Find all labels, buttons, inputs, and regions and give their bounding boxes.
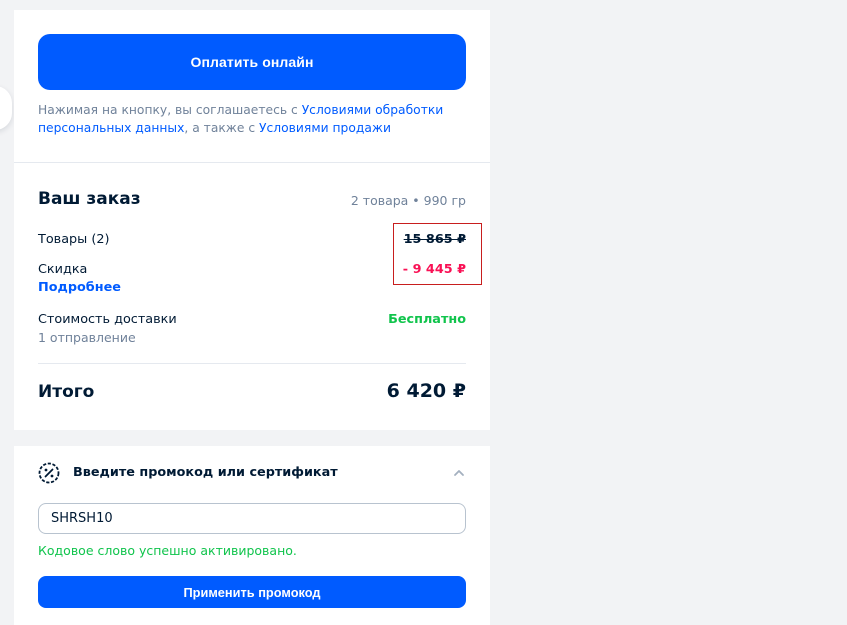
checkout-page: Оплатить онлайн Нажимая на кнопку, вы со… — [0, 0, 847, 625]
sale-terms-link[interactable]: Условиями продажи — [259, 121, 391, 135]
side-panel-handle[interactable] — [0, 86, 12, 130]
discount-percent-icon — [38, 462, 60, 484]
price-highlight-box — [393, 223, 482, 285]
discount-label: Скидка — [38, 262, 88, 277]
total-label: Итого — [38, 382, 95, 402]
goods-label: Товары (2) — [38, 232, 110, 247]
discount-details-link[interactable]: Подробнее — [38, 280, 121, 295]
promo-code-input[interactable] — [38, 503, 466, 534]
divider — [14, 162, 490, 163]
delivery-label: Стоимость доставки — [38, 312, 177, 327]
order-summary-card: Оплатить онлайн Нажимая на кнопку, вы со… — [14, 10, 490, 430]
order-meta: 2 товара • 990 гр — [350, 193, 466, 208]
agreement-text: Нажимая на кнопку, вы соглашаетесь с Усл… — [38, 101, 468, 137]
apply-promo-button[interactable]: Применить промокод — [38, 576, 466, 608]
total-value: 6 420 ₽ — [386, 380, 466, 402]
agreement-prefix: Нажимая на кнопку, вы соглашаетесь с — [38, 103, 302, 117]
delivery-shipments: 1 отправление — [38, 330, 136, 345]
pay-online-button[interactable]: Оплатить онлайн — [38, 34, 466, 90]
divider — [38, 363, 466, 364]
promo-card: Введите промокод или сертификат Кодовое … — [14, 446, 490, 625]
promo-success-message: Кодовое слово успешно активировано. — [38, 543, 297, 558]
order-title: Ваш заказ — [38, 189, 141, 209]
promo-title: Введите промокод или сертификат — [73, 465, 338, 480]
chevron-up-icon[interactable] — [452, 466, 466, 480]
delivery-value: Бесплатно — [388, 312, 466, 327]
agreement-middle: , а также с — [184, 121, 260, 135]
